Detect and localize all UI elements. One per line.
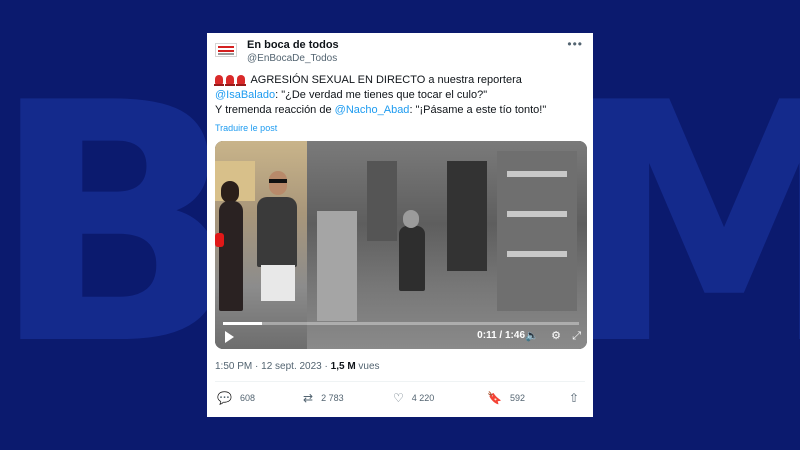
bookmark-icon: 🔖	[487, 391, 502, 405]
video-controls: 0:11 / 1:46 🔈 ⚙ ⤢	[215, 317, 587, 349]
bookmark-button[interactable]: 🔖 592	[487, 391, 525, 405]
avatar[interactable]	[215, 43, 237, 57]
divider	[215, 381, 585, 382]
tweet-header: En boca de todos @EnBocaDe_Todos •••	[215, 37, 585, 67]
tweet-text-line3: Y tremenda reacción de	[215, 104, 335, 116]
play-icon[interactable]	[225, 331, 234, 343]
tweet-text: AGRESIÓN SEXUAL EN DIRECTO a nuestra rep…	[214, 73, 587, 118]
police-siren-icon	[214, 75, 224, 86]
video-time: 0:11 / 1:46	[477, 330, 525, 341]
share-icon: ⇧	[569, 391, 580, 405]
more-options-icon[interactable]: •••	[567, 37, 583, 51]
volume-icon[interactable]: 🔈	[525, 329, 539, 342]
translate-post-link[interactable]: Traduire le post	[215, 123, 277, 133]
user-handle[interactable]: @EnBocaDe_Todos	[247, 53, 337, 64]
video-progress-bar[interactable]	[223, 322, 579, 325]
tweet-meta: 1:50 PM · 12 sept. 2023 · 1,5 M vues	[215, 361, 380, 372]
mention-presenter-link[interactable]: @Nacho_Abad	[335, 104, 410, 116]
heart-icon: ♡	[393, 391, 404, 405]
tweet-time[interactable]: 1:50 PM	[215, 361, 252, 372]
tweet-text-line1: AGRESIÓN SEXUAL EN DIRECTO a nuestra rep…	[250, 74, 522, 86]
like-button[interactable]: ♡ 4 220	[393, 391, 434, 405]
police-siren-icon	[236, 75, 246, 86]
reply-icon: 💬	[217, 391, 232, 405]
police-siren-icon	[225, 75, 235, 86]
retweet-icon: ⇄	[303, 391, 314, 405]
tweet-quote2: : "¡Pásame a este tío tonto!"	[409, 104, 547, 116]
settings-gear-icon[interactable]: ⚙	[551, 329, 561, 342]
video-player[interactable]: 0:11 / 1:46 🔈 ⚙ ⤢	[215, 141, 587, 349]
reply-button[interactable]: 💬 608	[217, 391, 255, 405]
tweet-actions: 💬 608 ⇄ 2 783 ♡ 4 220 🔖 592 ⇧	[215, 389, 585, 409]
retweet-button[interactable]: ⇄ 2 783	[303, 391, 344, 405]
fullscreen-icon[interactable]: ⤢	[572, 329, 581, 343]
tweet-quote1: : "¿De verdad me tienes que tocar el cul…	[275, 89, 488, 101]
share-button[interactable]: ⇧	[569, 391, 587, 405]
tweet-date[interactable]: 12 sept. 2023	[261, 361, 322, 372]
display-name[interactable]: En boca de todos	[247, 39, 339, 51]
views-label: vues	[355, 361, 380, 372]
mention-reporter-link[interactable]: @IsaBalado	[215, 89, 275, 101]
tweet-card: En boca de todos @EnBocaDe_Todos ••• AGR…	[207, 33, 593, 417]
views-count: 1,5 M	[330, 361, 356, 372]
